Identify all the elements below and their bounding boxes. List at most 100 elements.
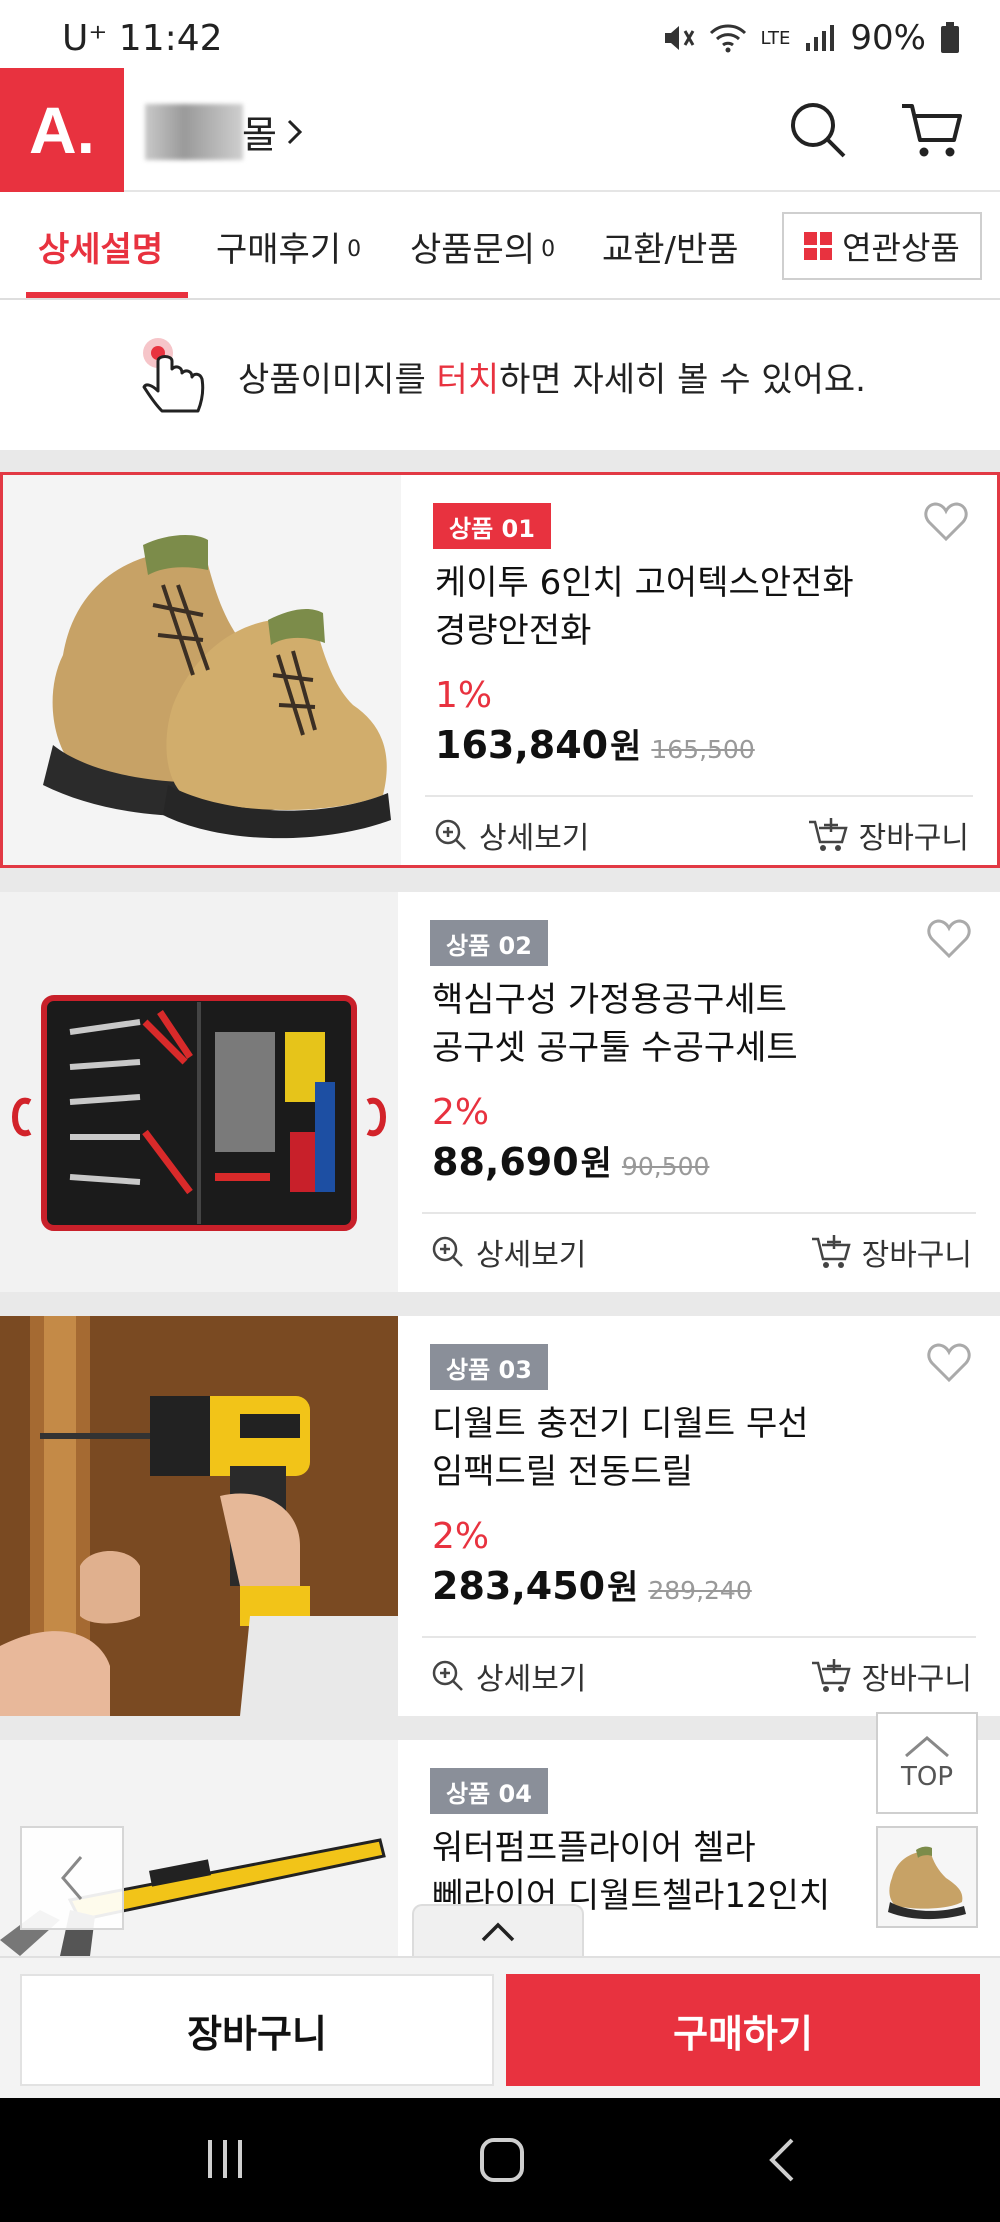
cart-plus-icon	[808, 818, 848, 851]
network-type: LTE	[760, 27, 791, 49]
currency-unit: 원	[580, 1144, 612, 1184]
product-info: 상품 02 핵심구성 가정용공구세트 공구셋 공구툴 수공구세트 2% 88,6…	[422, 892, 976, 1292]
product-image[interactable]	[3, 475, 401, 865]
battery-percent: 90%	[850, 18, 926, 58]
add-to-cart-button[interactable]: 장바구니	[810, 1654, 972, 1698]
product-number-badge: 상품 02	[430, 920, 548, 966]
product-name-line2: 경량안전화	[435, 611, 592, 651]
wifi-icon	[709, 24, 746, 53]
product-image[interactable]	[0, 892, 398, 1292]
cart-icon[interactable]	[898, 98, 966, 162]
notice-text: 상품이미지를 터치하면 자세히 볼 수 있어요.	[238, 352, 866, 401]
product-number-badge: 상품 03	[430, 1344, 548, 1390]
product-name[interactable]: 핵심구성 가정용공구세트 공구셋 공구툴 수공구세트	[432, 976, 902, 1072]
price-row: 283,450 원 289,240	[432, 1560, 752, 1609]
touch-notice: 상품이미지를 터치하면 자세히 볼 수 있어요.	[0, 302, 1000, 450]
tab-count: 0	[541, 236, 556, 262]
product-card-01[interactable]: 상품 01 케이투 6인치 고어텍스안전화 경량안전화 1% 163,840 원…	[0, 472, 1000, 868]
tab-exchange-return[interactable]: 교환/반품	[602, 192, 739, 300]
grid-icon	[804, 232, 833, 260]
cart-button[interactable]: 장바구니	[20, 1974, 494, 2086]
product-number-badge: 상품 04	[430, 1768, 548, 1814]
section-divider	[0, 450, 1000, 472]
currency-unit: 원	[610, 727, 642, 767]
touch-hand-icon	[142, 338, 205, 413]
product-info: 상품 03 디월트 충전기 디월트 무선 임팩드릴 전동드릴 2% 283,45…	[422, 1316, 976, 1716]
product-name-line1: 핵심구성 가정용공구세트	[432, 980, 787, 1020]
notice-highlight: 터치	[436, 359, 500, 400]
price-row: 163,840 원 165,500	[435, 719, 755, 768]
safety-boots-image	[43, 534, 391, 839]
chevron-up-icon	[481, 1922, 515, 1942]
product-card-03[interactable]: 상품 03 디월트 충전기 디월트 무선 임팩드릴 전동드릴 2% 283,45…	[0, 1316, 1000, 1716]
mute-vibrate-icon	[664, 26, 694, 50]
card-divider	[425, 795, 973, 797]
tab-qna[interactable]: 상품문의 0	[410, 192, 555, 300]
heart-icon[interactable]	[926, 918, 972, 960]
card-separator	[0, 1716, 1000, 1740]
product-name[interactable]: 케이투 6인치 고어텍스안전화 경량안전화	[435, 559, 905, 655]
product-number-badge: 상품 01	[433, 503, 551, 549]
buy-button[interactable]: 구매하기	[506, 1974, 980, 2086]
system-navigation-bar	[0, 2098, 1000, 2222]
product-name-line2: 임팩드릴 전동드릴	[432, 1452, 694, 1492]
view-detail-button[interactable]: 상세보기	[430, 1654, 586, 1698]
scroll-top-button[interactable]: TOP	[876, 1712, 978, 1814]
back-icon[interactable]	[766, 2136, 798, 2184]
card-divider	[422, 1636, 976, 1638]
add-to-cart-button[interactable]: 장바구니	[810, 1230, 972, 1274]
purchase-bar: 장바구니 구매하기	[0, 1956, 1000, 2098]
tool-set-image	[12, 995, 386, 1231]
product-name-line2: 공구셋 공구툴 수공구세트	[432, 1028, 798, 1068]
home-icon[interactable]	[478, 2136, 526, 2184]
product-name-line1: 워터펌프플라이어 첼라	[432, 1828, 756, 1868]
heart-icon[interactable]	[926, 1342, 972, 1384]
view-detail-button[interactable]: 상세보기	[430, 1230, 586, 1274]
sale-price: 88,690	[432, 1140, 579, 1184]
cart-plus-icon	[811, 1235, 851, 1268]
expand-panel-tab[interactable]	[412, 1904, 584, 1958]
product-info: 상품 01 케이투 6인치 고어텍스안전화 경량안전화 1% 163,840 원…	[425, 475, 973, 865]
chevron-up-icon	[905, 1736, 949, 1758]
discount-rate: 1%	[435, 675, 493, 716]
scroll-top-label: TOP	[900, 1762, 954, 1792]
tab-label: 교환/반품	[602, 229, 739, 270]
heart-icon[interactable]	[923, 501, 969, 543]
original-price: 165,500	[651, 735, 755, 764]
previous-button[interactable]	[20, 1826, 124, 1930]
related-products-button[interactable]: 연관상품	[782, 212, 982, 280]
card-separator	[0, 868, 1000, 892]
recent-apps-icon[interactable]	[202, 2136, 248, 2182]
tab-reviews[interactable]: 구매후기 0	[216, 192, 361, 300]
add-to-cart-label: 장바구니	[858, 821, 969, 856]
product-name-line1: 케이투 6인치 고어텍스안전화	[435, 563, 854, 603]
view-detail-label: 상세보기	[479, 821, 590, 856]
zoom-in-icon	[432, 1660, 463, 1691]
sale-price: 283,450	[432, 1564, 606, 1608]
brand-logo[interactable]: A.	[0, 68, 124, 192]
view-detail-button[interactable]: 상세보기	[433, 813, 589, 857]
search-icon[interactable]	[786, 98, 850, 162]
product-image[interactable]	[0, 1316, 398, 1716]
view-detail-label: 상세보기	[476, 1662, 587, 1697]
product-name[interactable]: 디월트 충전기 디월트 무선 임팩드릴 전동드릴	[432, 1400, 902, 1496]
shop-link[interactable]: 몰	[242, 104, 305, 159]
add-to-cart-label: 장바구니	[861, 1662, 972, 1697]
app-header: A. 몰	[0, 68, 1000, 192]
product-name-line1: 디월트 충전기 디월트 무선	[432, 1404, 809, 1444]
currency-unit: 원	[607, 1568, 639, 1608]
tab-count: 0	[347, 236, 362, 262]
recent-product-thumbnail[interactable]	[876, 1826, 978, 1928]
blurred-shop-name	[145, 104, 243, 160]
chevron-right-icon	[287, 119, 303, 144]
add-to-cart-button[interactable]: 장바구니	[807, 813, 969, 857]
cart-plus-icon	[811, 1659, 851, 1692]
tab-description[interactable]: 상세설명	[38, 192, 163, 300]
product-card-02[interactable]: 상품 02 핵심구성 가정용공구세트 공구셋 공구툴 수공구세트 2% 88,6…	[0, 892, 1000, 1292]
carrier-time: U⁺ 11:42	[62, 18, 223, 59]
discount-rate: 2%	[432, 1516, 490, 1557]
price-row: 88,690 원 90,500	[432, 1136, 709, 1185]
status-icons: LTE 90%	[661, 18, 961, 58]
original-price: 90,500	[621, 1152, 710, 1181]
related-products-label: 연관상품	[842, 229, 960, 267]
